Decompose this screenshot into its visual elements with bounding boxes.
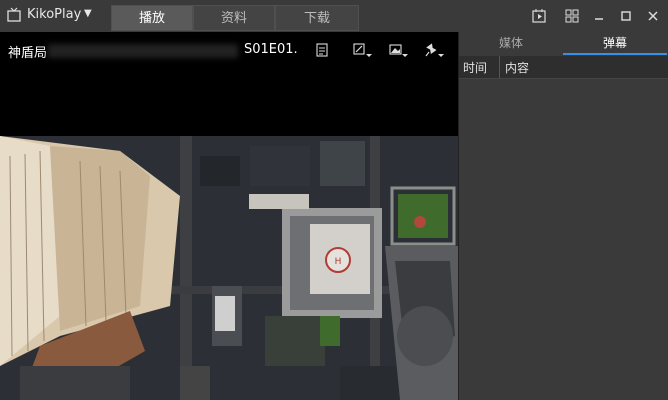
resize-icon[interactable] (352, 42, 372, 58)
pin-icon[interactable] (424, 42, 444, 58)
tab-library[interactable]: 资料 (193, 5, 275, 31)
tv-icon[interactable] (6, 7, 22, 23)
side-panel: 媒体 弹幕 时间 内容 (458, 32, 668, 400)
minimize-icon[interactable] (590, 7, 608, 25)
play-list-icon[interactable] (530, 7, 548, 25)
maximize-icon[interactable] (617, 7, 635, 25)
aerial-city-frame: H (0, 136, 458, 400)
video-frame[interactable]: H (0, 136, 458, 400)
column-content[interactable]: 内容 (505, 59, 529, 76)
app-name[interactable]: KikoPlay (27, 7, 81, 22)
screenshot-icon[interactable] (388, 42, 408, 58)
svg-text:H: H (335, 257, 342, 267)
grid-icon[interactable] (563, 7, 581, 25)
column-time[interactable]: 时间 (463, 59, 487, 76)
danmaku-table-header: 时间 内容 (459, 56, 668, 79)
chevron-down-icon[interactable]: ▼ (84, 8, 92, 19)
column-divider[interactable] (499, 56, 500, 78)
danmaku-list[interactable] (459, 79, 668, 400)
file-title-episode: S01E01. (244, 42, 298, 57)
close-icon[interactable] (644, 7, 662, 25)
tab-play[interactable]: 播放 (111, 5, 193, 31)
title-bar: KikoPlay ▼ 播放 资料 下载 (0, 0, 668, 32)
tab-download[interactable]: 下载 (275, 5, 359, 31)
file-info-icon[interactable] (312, 42, 332, 58)
tab-danmaku[interactable]: 弹幕 (563, 32, 667, 54)
active-tab-indicator (563, 53, 667, 55)
redacted-title (48, 44, 238, 58)
video-player[interactable]: 神盾局 S01E01. H (0, 32, 458, 400)
tab-media[interactable]: 媒体 (459, 32, 563, 54)
